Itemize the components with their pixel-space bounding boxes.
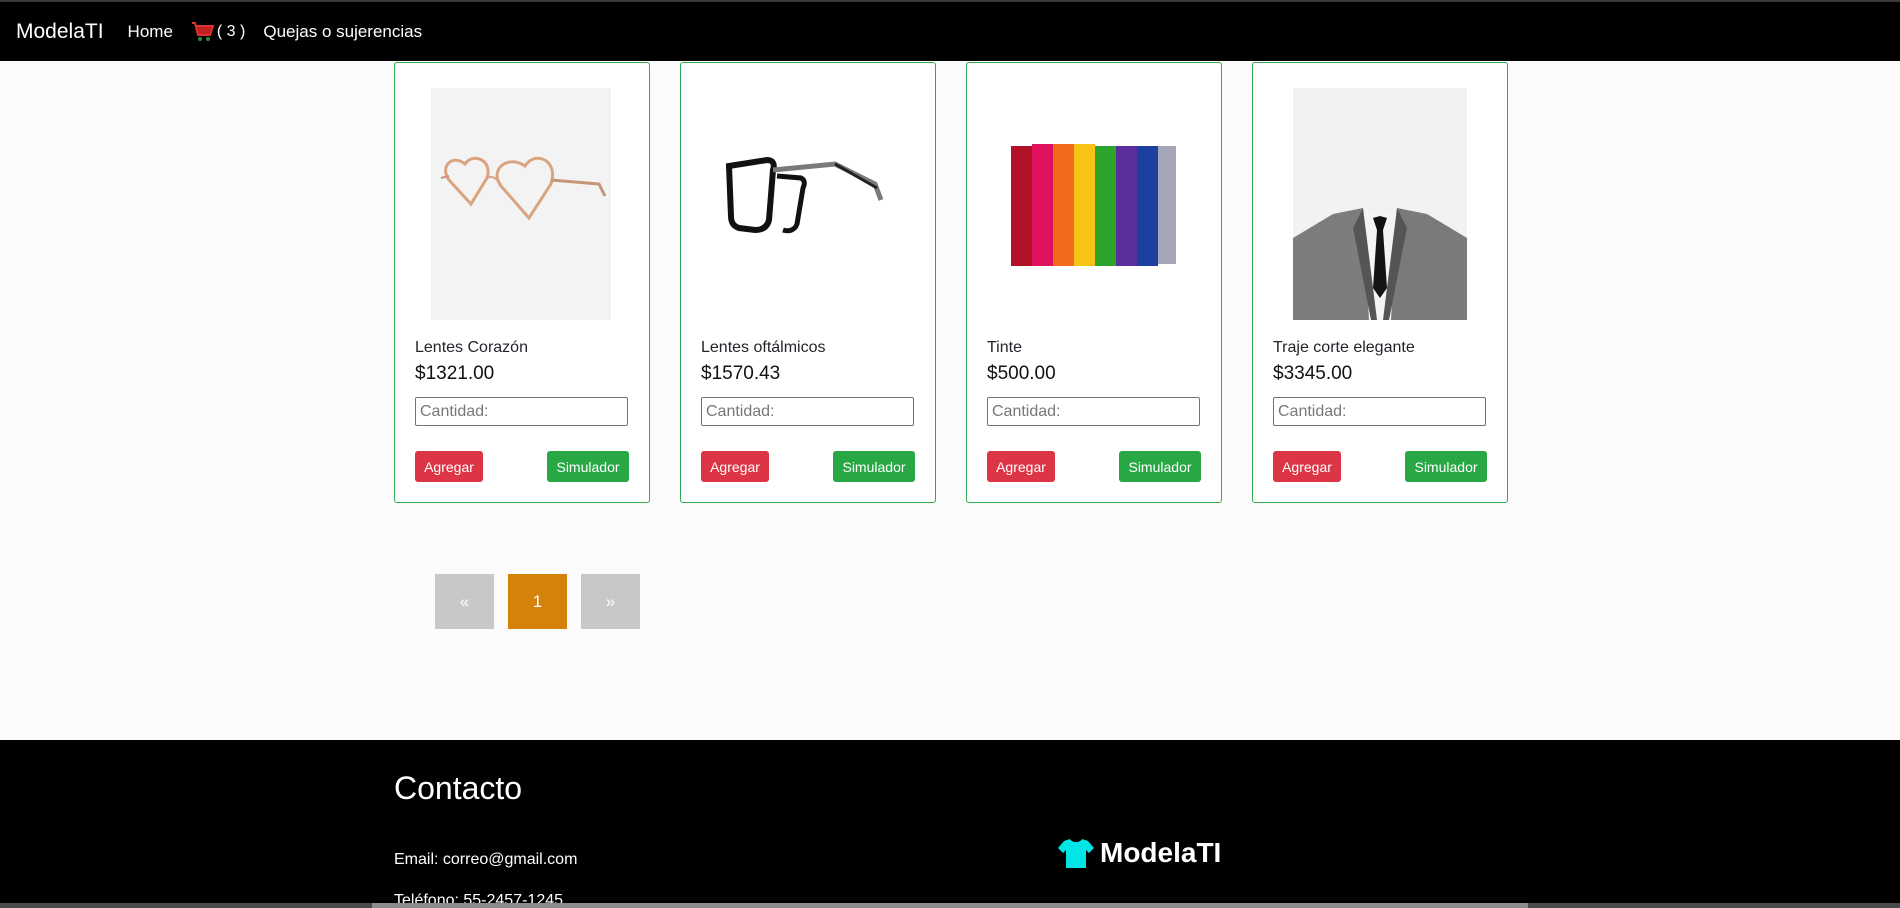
simulator-button[interactable]: Simulador: [547, 451, 629, 482]
product-card: Lentes oftálmicos $1570.43 Agregar Simul…: [680, 62, 936, 503]
simulator-button[interactable]: Simulador: [1405, 451, 1487, 482]
quantity-input[interactable]: [415, 397, 628, 426]
quantity-input[interactable]: [987, 397, 1200, 426]
simulator-button[interactable]: Simulador: [1119, 451, 1201, 482]
simulator-button[interactable]: Simulador: [833, 451, 915, 482]
navbar-brand[interactable]: ModelaTI: [16, 20, 104, 44]
product-price: $500.00: [987, 363, 1056, 384]
pagination-next-button[interactable]: »: [581, 574, 640, 629]
footer-brand-name: ModelaTI: [1100, 837, 1222, 868]
product-price: $3345.00: [1273, 363, 1353, 384]
shirt-icon: [1058, 839, 1094, 868]
horizontal-scrollbar[interactable]: [0, 903, 1900, 908]
product-name: Tinte: [987, 339, 1022, 356]
add-button[interactable]: Agregar: [1273, 451, 1341, 482]
add-button[interactable]: Agregar: [701, 451, 769, 482]
product-grid: Lentes Corazón $1321.00 Agregar Simulado…: [394, 62, 1508, 503]
nav-cart-link[interactable]: ( 3 ): [191, 21, 245, 43]
footer-brand[interactable]: ModelaTI: [1058, 837, 1221, 869]
quantity-input[interactable]: [1273, 397, 1486, 426]
add-button[interactable]: Agregar: [987, 451, 1055, 482]
pagination-prev-button[interactable]: «: [435, 574, 494, 629]
product-card: Lentes Corazón $1321.00 Agregar Simulado…: [394, 62, 650, 503]
pagination: « 1 »: [435, 574, 640, 629]
product-name: Lentes Corazón: [415, 339, 528, 356]
product-card: Traje corte elegante $3345.00 Agregar Si…: [1252, 62, 1508, 503]
scrollbar-thumb[interactable]: [372, 903, 1528, 908]
add-button[interactable]: Agregar: [415, 451, 483, 482]
quantity-input[interactable]: [701, 397, 914, 426]
product-card: Tinte $500.00 Agregar Simulador: [966, 62, 1222, 503]
contact-title: Contacto: [394, 770, 523, 806]
cart-count: ( 3 ): [216, 22, 246, 40]
cart-icon: [191, 21, 215, 41]
product-image-hair-dye[interactable]: [1003, 88, 1183, 320]
product-image-suit[interactable]: [1293, 88, 1467, 320]
contact-email: Email: correo@gmail.com: [394, 851, 578, 868]
footer: Contacto Email: correo@gmail.com Teléfon…: [0, 740, 1900, 908]
pagination-page-1[interactable]: 1: [508, 574, 567, 629]
nav-complaints-link[interactable]: Quejas o sujerencias: [263, 22, 422, 42]
product-price: $1321.00: [415, 363, 495, 384]
product-name: Lentes oftálmicos: [701, 339, 826, 356]
product-image-optical-glasses[interactable]: [717, 88, 897, 320]
navbar: ModelaTI Home ( 3 ) Quejas o sujerencias: [0, 0, 1900, 61]
product-price: $1570.43: [701, 363, 781, 384]
nav-home-link[interactable]: Home: [128, 22, 173, 42]
product-name: Traje corte elegante: [1273, 339, 1415, 356]
product-image-heart-glasses[interactable]: [431, 88, 611, 320]
